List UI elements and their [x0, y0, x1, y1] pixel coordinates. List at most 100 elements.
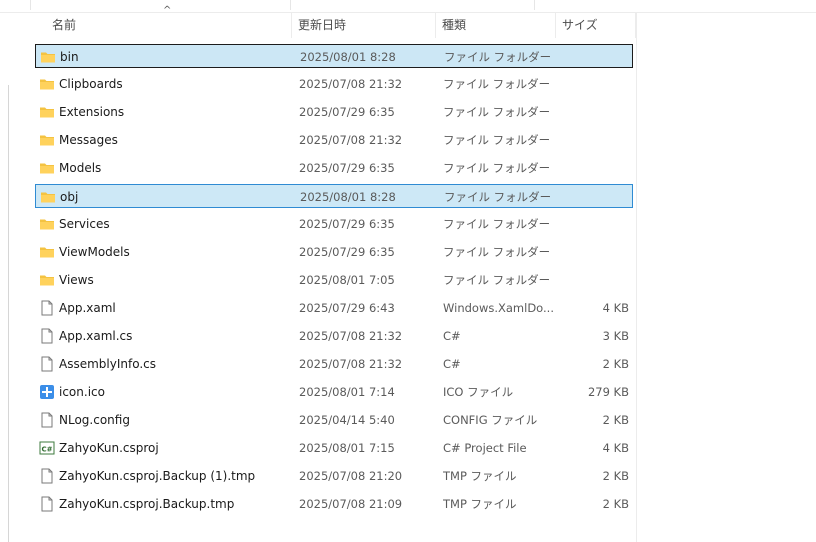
file-icon — [39, 412, 55, 428]
file-row[interactable]: ZahyoKun.csproj.Backup (1).tmp 2025/07/08… — [35, 464, 633, 488]
file-row[interactable]: App.xaml.cs 2025/07/08 21:32 C# 3 KB — [35, 324, 633, 348]
file-size — [555, 156, 629, 180]
file-size — [555, 72, 629, 96]
file-row[interactable]: ZahyoKun.csproj.Backup.tmp 2025/07/08 21:… — [35, 492, 633, 516]
folder-icon — [39, 132, 55, 148]
file-type: TMP ファイル — [443, 497, 517, 511]
file-type: TMP ファイル — [443, 469, 517, 483]
file-type: ファイル フォルダー — [443, 273, 551, 287]
file-row[interactable]: AssemblyInfo.cs 2025/07/08 21:32 C# 2 KB — [35, 352, 633, 376]
file-name: icon.ico — [59, 385, 105, 399]
file-name: obj — [60, 190, 79, 204]
column-header-type[interactable]: 種類 — [436, 12, 556, 38]
column-header-name-label: 名前 — [52, 18, 77, 32]
file-name: ZahyoKun.csproj.Backup (1).tmp — [59, 469, 256, 483]
file-type: ファイル フォルダー — [443, 161, 551, 175]
file-type: C# Project File — [443, 441, 527, 455]
file-size: 4 KB — [602, 441, 629, 455]
file-row[interactable]: bin 2025/08/01 8:28 ファイル フォルダー — [35, 44, 633, 68]
file-name: AssemblyInfo.cs — [59, 357, 157, 371]
file-type: Windows.XamlDo... — [443, 301, 553, 315]
file-row[interactable]: icon.ico 2025/08/01 7:14 ICO ファイル 279 KB — [35, 380, 633, 404]
file-row[interactable]: Messages 2025/07/08 21:32 ファイル フォルダー — [35, 128, 633, 152]
file-size — [556, 185, 630, 209]
file-date: 2025/08/01 7:15 — [299, 441, 395, 455]
file-size: 2 KB — [602, 357, 629, 371]
file-type: C# — [443, 357, 461, 371]
column-header-size-label: サイズ — [562, 18, 598, 32]
sort-ascending-icon: ^ — [163, 5, 172, 16]
file-type: ファイル フォルダー — [444, 50, 552, 64]
file-size — [555, 212, 629, 236]
file-size — [555, 240, 629, 264]
file-size: 2 KB — [602, 413, 629, 427]
csproj-icon: C# — [39, 440, 55, 456]
file-size: 3 KB — [602, 329, 629, 343]
toolbar-divider — [290, 0, 291, 10]
file-size — [555, 268, 629, 292]
file-type: ファイル フォルダー — [443, 245, 551, 259]
scrollbar-track[interactable] — [8, 85, 9, 542]
folder-icon — [39, 216, 55, 232]
file-date: 2025/08/01 7:14 — [299, 385, 395, 399]
file-size: 2 KB — [602, 469, 629, 483]
column-header-type-label: 種類 — [442, 18, 467, 32]
file-row[interactable]: ViewModels 2025/07/29 6:35 ファイル フォルダー — [35, 240, 633, 264]
toolbar-divider — [30, 0, 31, 10]
svg-text:C#: C# — [41, 446, 52, 454]
file-date: 2025/07/29 6:35 — [299, 217, 395, 231]
file-name: NLog.config — [59, 413, 130, 427]
file-row[interactable]: App.xaml 2025/07/29 6:43 Windows.XamlDo...… — [35, 296, 633, 320]
file-name: Clipboards — [59, 77, 123, 91]
file-date: 2025/07/08 21:32 — [299, 133, 403, 147]
column-header-date[interactable]: 更新日時 — [292, 12, 436, 38]
file-name: App.xaml.cs — [59, 329, 133, 343]
file-icon — [39, 300, 55, 316]
file-row[interactable]: Extensions 2025/07/29 6:35 ファイル フォルダー — [35, 100, 633, 124]
file-icon — [39, 496, 55, 512]
folder-icon — [39, 272, 55, 288]
file-name: App.xaml — [59, 301, 116, 315]
file-row[interactable]: obj 2025/08/01 8:28 ファイル フォルダー — [35, 184, 633, 208]
file-size — [556, 45, 630, 69]
column-header-size[interactable]: サイズ — [556, 12, 636, 38]
file-date: 2025/04/14 5:40 — [299, 413, 395, 427]
file-name: bin — [60, 50, 79, 64]
file-row[interactable]: Views 2025/08/01 7:05 ファイル フォルダー — [35, 268, 633, 292]
column-header-date-label: 更新日時 — [298, 18, 347, 32]
file-row[interactable]: C# ZahyoKun.csproj 2025/08/01 7:15 C# Proje… — [35, 436, 633, 460]
file-type: ファイル フォルダー — [443, 77, 551, 91]
file-row[interactable]: Clipboards 2025/07/08 21:32 ファイル フォルダー — [35, 72, 633, 96]
folder-icon — [39, 76, 55, 92]
file-size: 279 KB — [587, 385, 629, 399]
ico-icon — [39, 384, 55, 400]
file-date: 2025/08/01 8:28 — [300, 190, 396, 204]
file-name: Extensions — [59, 105, 125, 119]
file-type: ファイル フォルダー — [443, 217, 551, 231]
top-toolbar-remnant — [0, 0, 816, 12]
file-date: 2025/07/29 6:35 — [299, 245, 395, 259]
file-date: 2025/07/08 21:32 — [299, 357, 403, 371]
column-header: 名前 更新日時 種類 サイズ — [0, 12, 636, 38]
file-type: ファイル フォルダー — [443, 133, 551, 147]
file-row[interactable]: Services 2025/07/29 6:35 ファイル フォルダー — [35, 212, 633, 236]
folder-icon — [40, 49, 56, 65]
file-name: Models — [59, 161, 102, 175]
file-type: CONFIG ファイル — [443, 413, 538, 427]
file-date: 2025/07/29 6:35 — [299, 161, 395, 175]
file-icon — [39, 468, 55, 484]
file-name: ViewModels — [59, 245, 130, 259]
file-name: Views — [59, 273, 94, 287]
folder-icon — [39, 244, 55, 260]
file-row[interactable]: NLog.config 2025/04/14 5:40 CONFIG ファイル 2 K… — [35, 408, 633, 432]
folder-icon — [40, 189, 56, 205]
file-date: 2025/07/08 21:32 — [299, 329, 403, 343]
file-name: Messages — [59, 133, 118, 147]
file-row[interactable]: Models 2025/07/29 6:35 ファイル フォルダー — [35, 156, 633, 180]
file-size — [555, 100, 629, 124]
list-right-border — [636, 12, 637, 542]
file-date: 2025/07/08 21:32 — [299, 77, 403, 91]
file-icon — [39, 356, 55, 372]
file-size: 2 KB — [602, 497, 629, 511]
file-icon — [39, 328, 55, 344]
